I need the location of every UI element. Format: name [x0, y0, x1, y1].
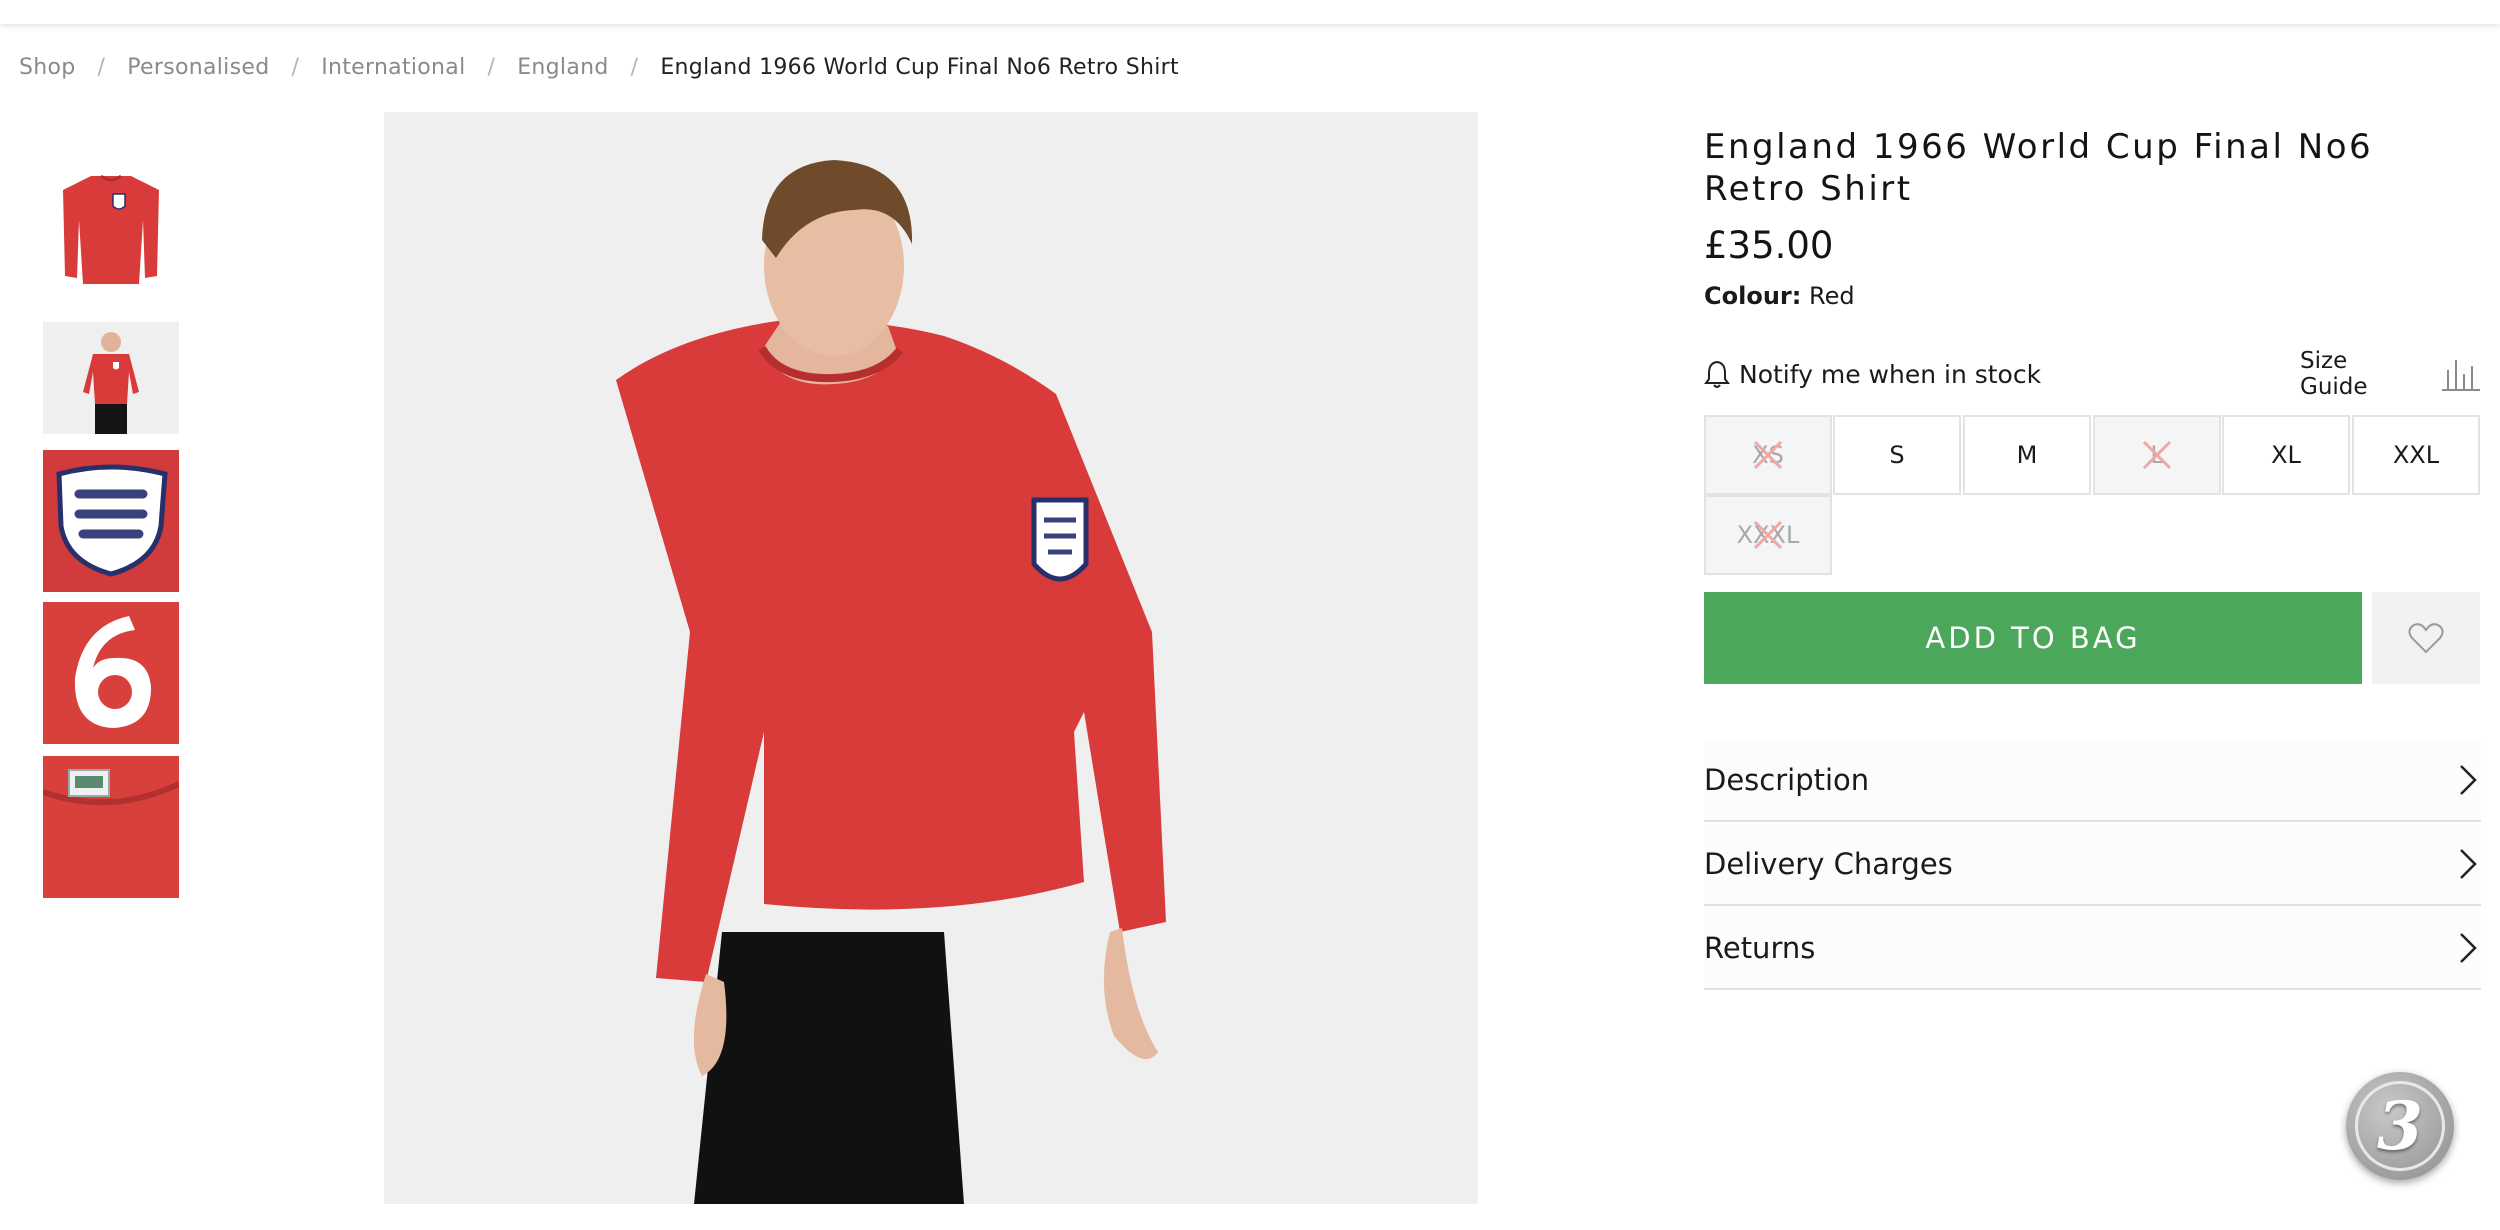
- product-colour: Colour: Red: [1704, 282, 1855, 310]
- size-label: M: [2016, 441, 2038, 469]
- thumbnail-crest[interactable]: [43, 450, 179, 592]
- breadcrumb-separator: /: [97, 54, 106, 80]
- add-to-bag-button[interactable]: ADD TO BAG: [1704, 592, 2362, 684]
- breadcrumb-current: England 1966 World Cup Final No6 Retro S…: [660, 54, 1179, 80]
- breadcrumb-international[interactable]: International: [321, 55, 465, 80]
- badge-label: 3: [2355, 1081, 2445, 1171]
- size-selector: XS S M L XL XXL XXXL: [1704, 415, 2481, 577]
- breadcrumb: Shop / Personalised / International / En…: [19, 52, 1179, 82]
- size-option-m[interactable]: M: [1963, 415, 2091, 495]
- size-option-xl[interactable]: XL: [2222, 415, 2350, 495]
- breadcrumb-separator: /: [487, 54, 496, 80]
- breadcrumb-separator: /: [291, 54, 300, 80]
- accordion-label: Delivery Charges: [1704, 847, 1953, 881]
- breadcrumb-shop[interactable]: Shop: [19, 55, 76, 80]
- size-label: S: [1889, 441, 1905, 469]
- size-label: XXL: [2392, 441, 2440, 469]
- colour-label: Colour:: [1704, 282, 1802, 310]
- breadcrumb-separator: /: [630, 54, 639, 80]
- size-option-s[interactable]: S: [1833, 415, 1961, 495]
- accordion-delivery-charges[interactable]: Delivery Charges: [1704, 824, 2481, 906]
- product-main-image: [384, 112, 1478, 1204]
- wishlist-button[interactable]: [2372, 592, 2480, 684]
- accordion-label: Returns: [1704, 931, 1816, 965]
- breadcrumb-personalised[interactable]: Personalised: [127, 55, 269, 80]
- accordion-description[interactable]: Description: [1704, 740, 2481, 822]
- thumbnail-shirt-front[interactable]: [43, 160, 179, 296]
- chevron-right-icon: [2460, 933, 2477, 963]
- colour-value: Red: [1808, 282, 1855, 310]
- size-label: XXXL: [1736, 521, 1800, 549]
- chevron-right-icon: [2460, 849, 2477, 879]
- product-title: England 1966 World Cup Final No6 Retro S…: [1704, 127, 2374, 209]
- size-option-xxxl[interactable]: XXXL: [1704, 495, 1832, 575]
- notify-in-stock-link[interactable]: Notify me when in stock: [1704, 356, 2041, 392]
- floating-badge-button[interactable]: 3: [2346, 1072, 2454, 1180]
- size-label: L: [2150, 441, 2164, 469]
- ruler-chart-icon: [2442, 360, 2481, 391]
- size-label: XL: [2271, 441, 2301, 469]
- accordion-returns[interactable]: Returns: [1704, 908, 2481, 990]
- thumbnail-number-six[interactable]: [43, 602, 179, 744]
- size-option-xs[interactable]: XS: [1704, 415, 1832, 495]
- thumbnail-model[interactable]: [43, 322, 179, 434]
- size-option-xxl[interactable]: XXL: [2352, 415, 2480, 495]
- product-price: £35.00: [1704, 224, 1834, 267]
- size-label: XS: [1752, 441, 1784, 469]
- notify-label: Notify me when in stock: [1739, 359, 2042, 389]
- thumbnail-collar-label[interactable]: [43, 756, 179, 898]
- bell-icon: [1704, 360, 1730, 388]
- heart-icon: [2408, 623, 2444, 654]
- breadcrumb-england[interactable]: England: [517, 55, 608, 80]
- site-header-bar: [0, 0, 2500, 24]
- size-option-l[interactable]: L: [2093, 415, 2221, 495]
- accordion-label: Description: [1704, 763, 1870, 797]
- size-guide-label: Size Guide: [2300, 348, 2368, 400]
- chevron-right-icon: [2460, 765, 2477, 795]
- size-guide-link[interactable]: Size Guide: [2300, 348, 2482, 400]
